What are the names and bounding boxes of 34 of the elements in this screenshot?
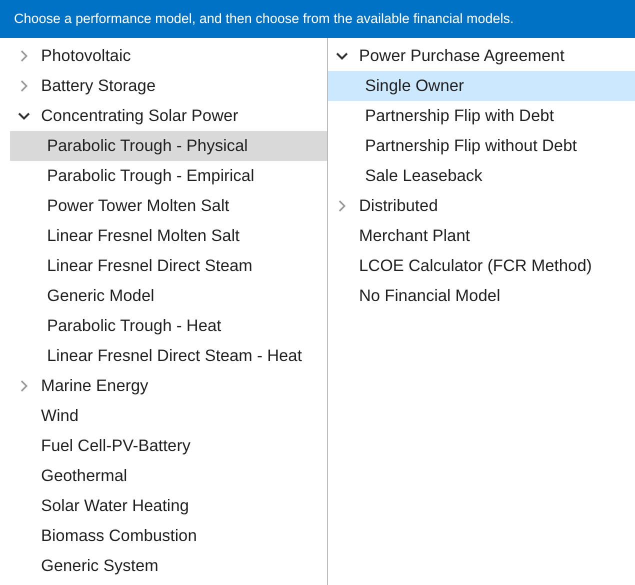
tree-item[interactable]: Wind xyxy=(10,401,327,431)
tree-group-item[interactable]: Distributed xyxy=(328,191,635,221)
chevron-right-icon[interactable] xyxy=(18,50,30,62)
tree-item[interactable]: Power Tower Molten Salt xyxy=(10,191,327,221)
tree-item[interactable]: Geothermal xyxy=(10,461,327,491)
tree-group-item[interactable]: Power Purchase Agreement xyxy=(328,41,635,71)
tree-item[interactable]: Linear Fresnel Direct Steam - Heat xyxy=(10,341,327,371)
tree-item[interactable]: Fuel Cell-PV-Battery xyxy=(10,431,327,461)
tree-item[interactable]: Biomass Combustion xyxy=(10,521,327,551)
instruction-banner: Choose a performance model, and then choose from the available financial models. xyxy=(0,0,635,38)
tree-group-item[interactable]: Battery Storage xyxy=(10,71,327,101)
tree-item[interactable]: Merchant Plant xyxy=(328,221,635,251)
tree-item[interactable]: Partnership Flip without Debt xyxy=(328,131,635,161)
tree-item[interactable]: No Financial Model xyxy=(328,281,635,311)
chevron-down-icon[interactable] xyxy=(18,110,30,122)
tree-group-item[interactable]: Concentrating Solar Power xyxy=(10,101,327,131)
tree-group-item[interactable]: Photovoltaic xyxy=(10,41,327,71)
chevron-down-icon[interactable] xyxy=(336,50,348,62)
tree-item[interactable]: Generic Model xyxy=(10,281,327,311)
tree-item[interactable]: LCOE Calculator (FCR Method) xyxy=(328,251,635,281)
tree-item[interactable]: Sale Leaseback xyxy=(328,161,635,191)
chevron-right-icon[interactable] xyxy=(18,80,30,92)
chevron-right-icon[interactable] xyxy=(336,200,348,212)
tree-item[interactable]: Parabolic Trough - Empirical xyxy=(10,161,327,191)
tree-item[interactable]: Parabolic Trough - Physical xyxy=(10,131,327,161)
tree-item[interactable]: Partnership Flip with Debt xyxy=(328,101,635,131)
tree-item[interactable]: Parabolic Trough - Heat xyxy=(10,311,327,341)
tree-item[interactable]: Linear Fresnel Molten Salt xyxy=(10,221,327,251)
tree-group-item[interactable]: Marine Energy xyxy=(10,371,327,401)
tree-item[interactable]: Solar Water Heating xyxy=(10,491,327,521)
tree-item[interactable]: Generic System xyxy=(10,551,327,581)
tree-item[interactable]: Linear Fresnel Direct Steam xyxy=(10,251,327,281)
tree-item[interactable]: Single Owner xyxy=(328,71,635,101)
chevron-right-icon[interactable] xyxy=(18,380,30,392)
